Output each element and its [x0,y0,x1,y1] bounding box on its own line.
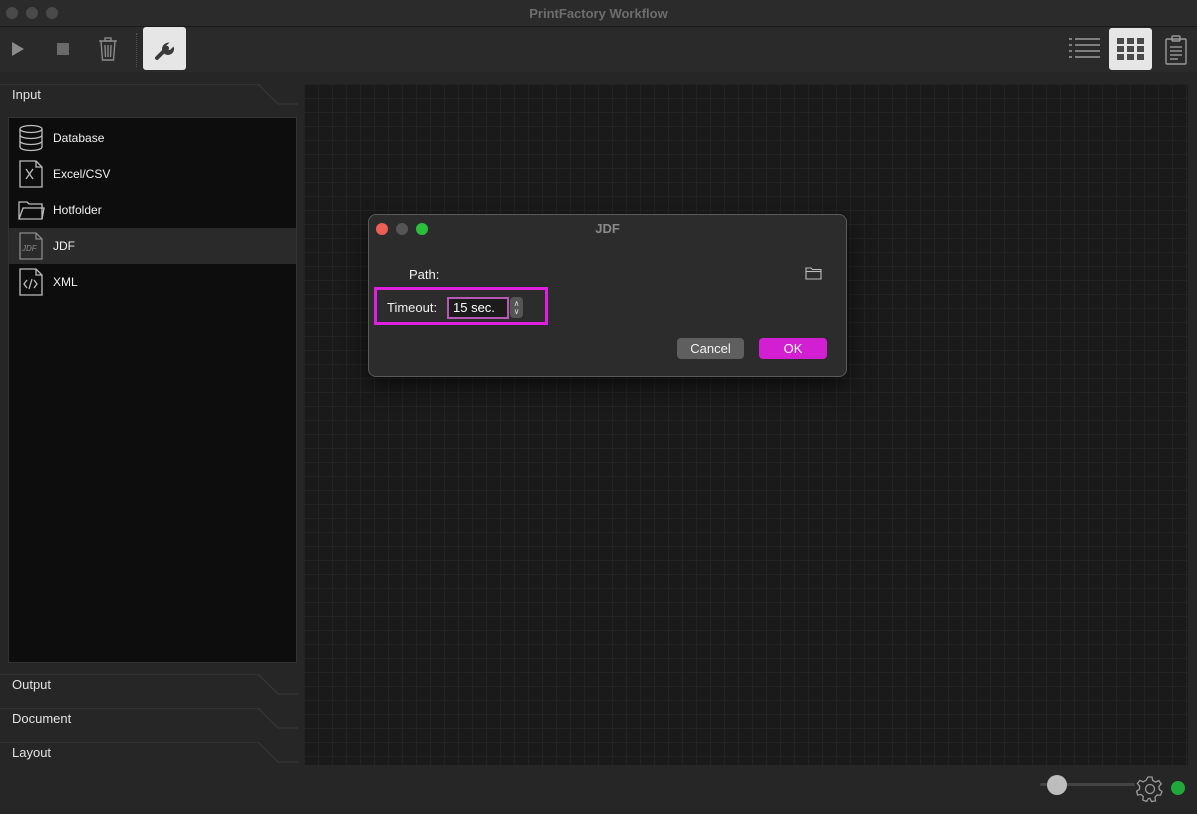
stop-icon [57,43,69,55]
svg-text:JDF: JDF [21,244,38,253]
section-label: Layout [12,745,52,760]
timeout-stepper[interactable]: ∧ ∨ [510,297,523,318]
grid-view-icon [1117,38,1144,60]
tools-button[interactable] [143,27,186,70]
zoom-slider-knob[interactable] [1047,775,1067,795]
tab-shape [0,84,298,105]
list-item-database[interactable]: Database [9,120,296,156]
section-layout-header[interactable]: Layout [0,742,298,766]
section-label: Output [12,677,52,692]
timeout-label: Timeout: [387,300,438,315]
settings-button[interactable] [1135,775,1164,808]
stop-button[interactable] [53,39,73,59]
play-icon [12,42,24,56]
browse-folder-button[interactable] [805,266,823,285]
ok-button[interactable]: OK [759,338,827,359]
title-bar: PrintFactory Workflow [0,0,1197,27]
cancel-button[interactable]: Cancel [677,338,744,359]
item-label: JDF [53,239,75,253]
toolbar [0,27,1197,72]
grid-view-button[interactable] [1109,28,1152,70]
item-label: Database [53,131,105,145]
toolbar-separator [136,33,137,67]
delete-button[interactable] [96,36,120,62]
status-indicator [1171,781,1185,795]
item-label: Hotfolder [53,203,102,217]
jdf-file-icon: JDF [19,232,43,260]
excel-icon [19,160,43,188]
folder-icon [805,267,822,280]
clipboard-button[interactable] [1163,34,1189,66]
folder-icon [18,201,45,220]
clipboard-icon [1165,35,1187,65]
path-label: Path: [409,267,440,282]
trash-icon [99,37,117,61]
jdf-dialog: JDF Path: Timeout: 15 sec. ∧ ∨ Cancel OK [368,214,847,377]
section-label: Document [12,711,72,726]
list-item-jdf[interactable]: JDF JDF [9,228,296,264]
xml-file-icon [19,268,43,296]
dialog-title: JDF [595,221,620,236]
section-label: Input [12,87,41,102]
list-view-button[interactable] [1066,36,1102,62]
list-item-xml[interactable]: XML [9,264,296,300]
workflow-canvas[interactable] [304,84,1188,765]
item-label: XML [53,275,78,289]
list-item-excel-csv[interactable]: Excel/CSV [9,156,296,192]
item-label: Excel/CSV [53,167,111,181]
app-window: PrintFactory Workflow Input Database Exc… [0,0,1197,814]
section-document-header[interactable]: Document [0,708,298,732]
list-view-icon [1069,38,1100,58]
timeout-input[interactable]: 15 sec. [447,297,509,319]
input-list: Database Excel/CSV Hotfolder JDF JDF XML [8,117,297,663]
chevron-down-icon[interactable]: ∨ [514,307,520,316]
sidebar: Input Database Excel/CSV Hotfolder JDF J… [0,84,298,770]
window-title: PrintFactory Workflow [529,6,668,21]
gear-icon [1135,776,1163,803]
list-item-hotfolder[interactable]: Hotfolder [9,192,296,228]
section-output-header[interactable]: Output [0,674,298,698]
wrench-icon [155,42,175,60]
play-button[interactable] [8,38,28,60]
section-input-header[interactable]: Input [0,84,298,108]
database-icon [19,124,43,152]
